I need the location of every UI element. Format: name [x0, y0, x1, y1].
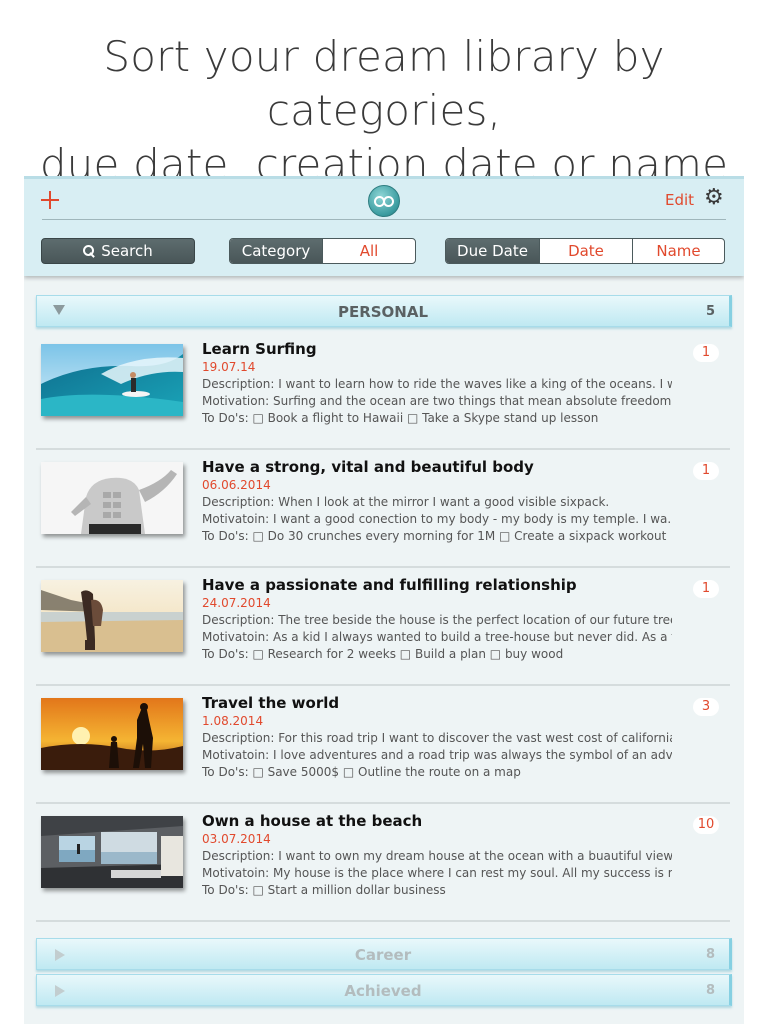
app-screen: Edit ⚙ Search Category All Due Date Date… [24, 176, 744, 1024]
section-count: 8 [705, 983, 715, 998]
item-todos: To Do's: □ Do 30 crunches every morning … [202, 529, 667, 543]
app-logo-icon [368, 185, 400, 217]
list-item[interactable]: Travel the world 1.08.2014 Description: … [36, 686, 730, 804]
item-motivation: Motivatoin: I want a good conection to m… [202, 512, 672, 526]
item-count-badge: 1 [693, 344, 719, 362]
section-header-achieved[interactable]: Achieved 8 [36, 974, 732, 1006]
item-description: Description: When I look at the mirror I… [202, 495, 610, 509]
item-todos: To Do's: □ Research for 2 weeks □ Build … [202, 647, 564, 661]
item-count-badge: 3 [693, 698, 719, 716]
surfer-wave-photo [41, 344, 183, 416]
item-title: Learn Surfing [202, 340, 317, 358]
section-count: 8 [705, 947, 715, 962]
item-title: Own a house at the beach [202, 812, 423, 830]
item-description: Description: For this road trip I want t… [202, 731, 672, 745]
fit-torso-photo [41, 462, 183, 534]
item-description: Description: I want to own my dream hous… [202, 849, 672, 863]
item-title: Travel the world [202, 694, 340, 712]
list-item[interactable]: Have a strong, vital and beautiful body … [36, 450, 730, 568]
sort-name-button[interactable]: Name [632, 239, 724, 263]
sort-due-date-button[interactable]: Due Date [446, 239, 539, 263]
section-header-career[interactable]: Career 8 [36, 938, 732, 970]
section-header-personal[interactable]: PERSONAL 5 [36, 295, 732, 327]
item-count-badge: 10 [693, 816, 719, 834]
item-motivation: Motivatoin: I love adventures and a road… [202, 748, 672, 762]
item-description: Description: I want to learn how to ride… [202, 377, 672, 391]
item-count-badge: 1 [693, 462, 719, 480]
item-motivation: Motivatoin: My house is the place where … [202, 866, 672, 880]
sort-control: Due Date Date Name [445, 238, 725, 264]
toolbar-divider [42, 219, 726, 220]
category-filter-control: Category All [229, 238, 416, 264]
item-due-date: 19.07.14 [202, 360, 256, 374]
section-name: PERSONAL [337, 303, 429, 321]
item-title: Have a strong, vital and beautiful body [202, 458, 534, 476]
headline: Sort your dream library by categories, d… [0, 30, 768, 192]
item-todos: To Do's: □ Book a flight to Hawaii □ Tak… [202, 411, 599, 425]
item-due-date: 06.06.2014 [202, 478, 271, 492]
item-due-date: 03.07.2014 [202, 832, 271, 846]
section-name: Achieved [344, 982, 422, 1000]
edit-button[interactable]: Edit [665, 191, 694, 209]
section-count: 5 [705, 304, 715, 319]
item-due-date: 24.07.2014 [202, 596, 271, 610]
item-todos: To Do's: □ Start a million dollar busine… [202, 883, 446, 897]
couple-beach-photo [41, 580, 183, 652]
item-motivation: Motivation: Surfing and the ocean are tw… [202, 394, 672, 408]
section-name: Career [354, 946, 412, 964]
plus-icon[interactable] [38, 185, 64, 215]
sort-date-button[interactable]: Date [539, 239, 632, 263]
item-count-badge: 1 [693, 580, 719, 598]
list-item[interactable]: Learn Surfing 19.07.14 Description: I wa… [36, 332, 730, 450]
item-title: Have a passionate and fulfilling relatio… [202, 576, 577, 594]
category-button[interactable]: Category [230, 239, 322, 263]
list-item[interactable]: Own a house at the beach 03.07.2014 Desc… [36, 804, 730, 922]
beach-house-photo [41, 816, 183, 888]
headline-line-1: Sort your dream library by categories, [103, 32, 665, 135]
sunset-hikers-photo [41, 698, 183, 770]
search-icon [83, 245, 95, 257]
item-motivation: Motivatoin: As a kid I always wanted to … [202, 630, 672, 644]
gear-icon[interactable]: ⚙ [704, 187, 726, 209]
logo-ring-right [383, 196, 394, 207]
search-label: Search [101, 242, 153, 260]
toolbar: Edit ⚙ Search Category All Due Date Date… [24, 176, 744, 276]
search-button[interactable]: Search [41, 238, 195, 264]
item-description: Description: The tree beside the house i… [202, 613, 672, 627]
item-due-date: 1.08.2014 [202, 714, 264, 728]
category-all-button[interactable]: All [322, 239, 415, 263]
item-todos: To Do's: □ Save 5000$ □ Outline the rout… [202, 765, 521, 779]
list-item[interactable]: Have a passionate and fulfilling relatio… [36, 568, 730, 686]
